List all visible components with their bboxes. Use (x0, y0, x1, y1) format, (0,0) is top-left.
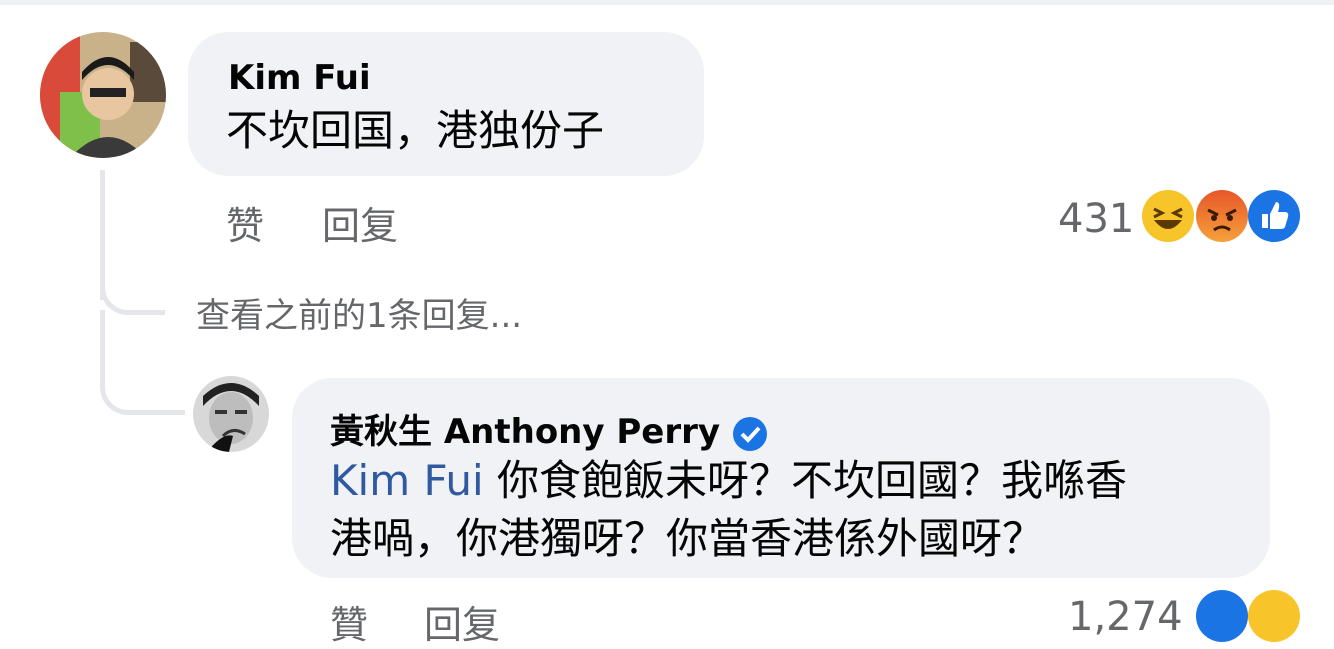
view-previous-replies-link[interactable]: 查看之前的1条回复... (196, 288, 522, 337)
haha-icon (1142, 190, 1194, 242)
top-divider (0, 0, 1334, 5)
thread-curve-reply (100, 360, 185, 415)
verified-badge-icon (733, 416, 768, 451)
mention-link[interactable]: Kim Fui (330, 456, 484, 505)
angry-icon (1196, 190, 1248, 242)
like-button[interactable]: 赞 (226, 195, 264, 250)
reaction-count[interactable]: 431 (1058, 196, 1134, 242)
reply-text-part1: 你食飽飯未呀？不坎回國？我喺香 (483, 456, 1127, 505)
reply-text-line2: 港喎，你港獨呀？你當香港係外國呀？ (330, 514, 1045, 563)
reply-like-button[interactable]: 贊 (330, 594, 368, 649)
comment-author[interactable]: Kim Fui (228, 58, 371, 98)
reply-author[interactable]: 黃秋生 Anthony Perry (330, 404, 768, 453)
reply-button[interactable]: 回复 (322, 195, 398, 250)
reply-author-name: 黃秋生 Anthony Perry (330, 412, 721, 452)
reply-reply-button[interactable]: 回复 (424, 594, 500, 649)
comment-text: 不坎回国，港独份子 (226, 106, 605, 155)
reply-text-line1: Kim Fui 你食飽飯未呀？不坎回國？我喺香 (330, 452, 1127, 510)
avatar-anthony-perry[interactable] (193, 376, 269, 452)
thread-curve-view-previous (100, 270, 165, 315)
reply-like-icon (1196, 590, 1248, 642)
avatar-kim-fui[interactable] (40, 32, 166, 158)
reply-haha-icon (1248, 590, 1300, 642)
like-icon (1248, 190, 1300, 242)
reply-reaction-count[interactable]: 1,274 (1068, 594, 1183, 640)
